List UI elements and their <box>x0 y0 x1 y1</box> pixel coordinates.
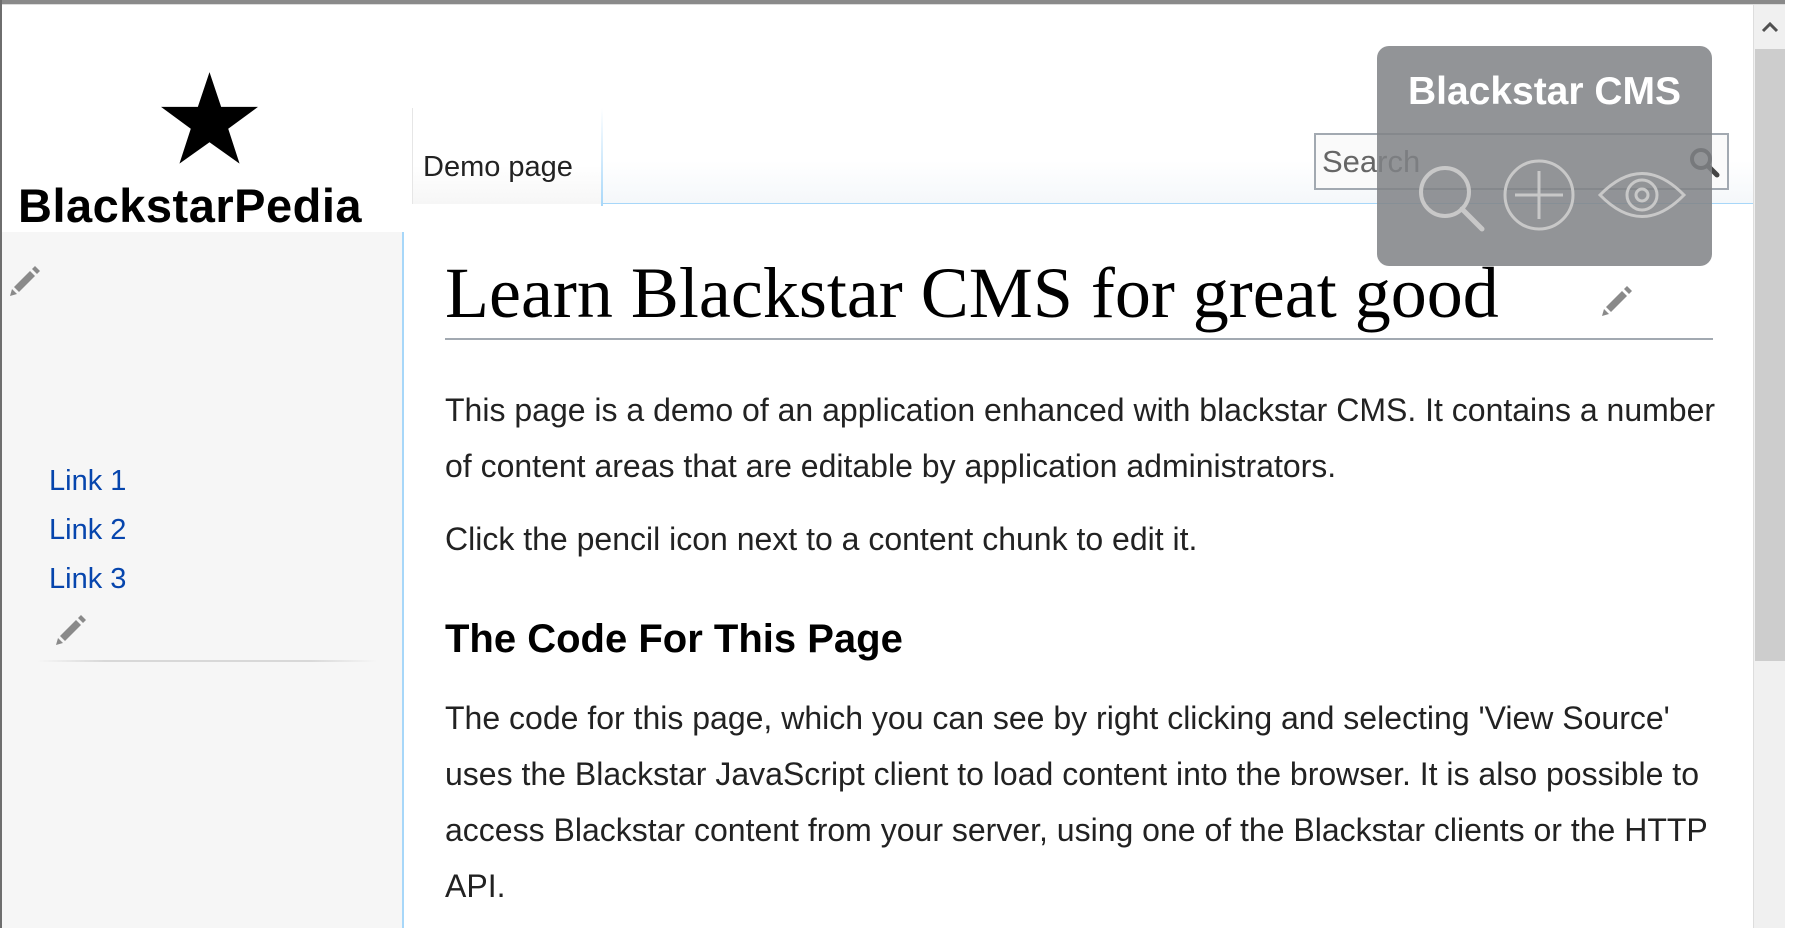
tab-label: Demo page <box>423 151 573 183</box>
vertical-scrollbar[interactable] <box>1753 5 1786 928</box>
scroll-up-button[interactable] <box>1754 5 1786 49</box>
sidebar-divider <box>37 660 377 662</box>
cms-panel-title: Blackstar CMS <box>1407 70 1682 113</box>
search-icon[interactable] <box>1415 154 1487 236</box>
sidebar-link-1[interactable]: Link 1 <box>49 465 126 497</box>
window-top-highlight <box>0 4 1799 5</box>
sidebar-link-item: Link 2 <box>49 506 126 555</box>
sidebar-link-item: Link 1 <box>49 457 126 506</box>
sidebar-link-item: Link 3 <box>49 555 126 604</box>
logo-wordmark: BlackstarPedia <box>18 179 363 232</box>
pencil-edit-icon[interactable] <box>54 612 88 646</box>
sidebar-links: Link 1 Link 2 Link 3 <box>49 457 126 604</box>
code-paragraph: The code for this page, which you can se… <box>445 700 1708 904</box>
chevron-up-icon <box>1761 21 1779 33</box>
scrollbar-thumb[interactable] <box>1755 49 1785 661</box>
add-icon[interactable] <box>1501 154 1577 236</box>
pencil-edit-icon[interactable] <box>8 263 42 297</box>
window-right-edge <box>1785 0 1799 928</box>
site-logo[interactable]: BlackstarPedia <box>18 70 403 232</box>
star-icon <box>161 72 258 164</box>
tab-demo-page[interactable]: Demo page <box>412 108 603 204</box>
title-underline <box>445 338 1713 340</box>
edit-hint-paragraph: Click the pencil icon next to a content … <box>445 521 1198 557</box>
section-heading: The Code For This Page <box>445 617 903 661</box>
cms-admin-panel: Blackstar CMS <box>1377 46 1712 266</box>
sidebar-link-3[interactable]: Link 3 <box>49 563 126 595</box>
sidebar-border <box>402 232 404 928</box>
tab-divider <box>601 108 603 206</box>
pencil-edit-icon[interactable] <box>1600 283 1634 317</box>
page-title: Learn Blackstar CMS for great good <box>445 253 1499 333</box>
eye-icon[interactable] <box>1597 154 1687 236</box>
intro-paragraph: This page is a demo of an application en… <box>445 392 1716 484</box>
sidebar-link-2[interactable]: Link 2 <box>49 514 126 546</box>
